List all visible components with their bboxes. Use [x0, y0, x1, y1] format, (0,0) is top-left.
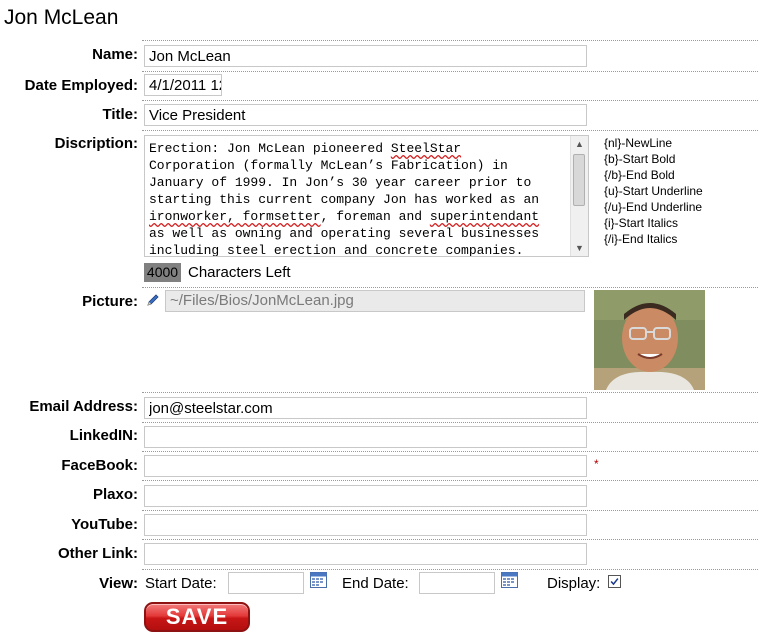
- separator: [142, 480, 758, 481]
- plaxo-input[interactable]: [144, 485, 587, 507]
- other-link-input[interactable]: [144, 543, 587, 565]
- help-line: {b}-Start Bold: [604, 152, 676, 166]
- calendar-icon[interactable]: [310, 572, 327, 588]
- save-button[interactable]: SAVE: [144, 602, 250, 632]
- pencil-icon[interactable]: [146, 293, 160, 307]
- description-textarea[interactable]: Erection: Jon McLean pioneered SteelStar…: [144, 135, 589, 257]
- help-line: {/b}-End Bold: [604, 168, 675, 182]
- characters-left-label: Characters Left: [188, 264, 291, 281]
- description-label: Discription:: [54, 135, 138, 152]
- profile-photo: [594, 290, 705, 390]
- name-input[interactable]: [144, 45, 587, 67]
- start-date-label: Start Date:: [145, 575, 217, 592]
- display-checkbox[interactable]: [608, 575, 621, 588]
- title-label: Title:: [102, 106, 138, 123]
- separator: [142, 451, 758, 452]
- facebook-label: FaceBook:: [61, 457, 138, 474]
- scroll-down-icon[interactable]: ▼: [571, 240, 588, 256]
- separator: [142, 100, 758, 101]
- help-line: {nl}-NewLine: [604, 136, 673, 150]
- plaxo-label: Plaxo:: [92, 486, 138, 503]
- linkedin-input[interactable]: [144, 426, 587, 448]
- date-employed-label: Date Employed:: [24, 77, 138, 94]
- date-employed-input[interactable]: [144, 74, 222, 96]
- description-scrollbar[interactable]: ▲ ▼: [570, 136, 588, 256]
- end-date-label: End Date:: [342, 575, 409, 592]
- help-line: {u}-Start Underline: [604, 184, 703, 198]
- separator: [142, 130, 758, 131]
- start-date-input[interactable]: [228, 572, 304, 594]
- help-line: {i}-Start Italics: [604, 216, 679, 230]
- email-input[interactable]: [144, 397, 587, 419]
- other-link-label: Other Link:: [57, 545, 138, 562]
- email-label: Email Address:: [29, 398, 138, 415]
- separator: [142, 422, 758, 423]
- separator: [142, 71, 758, 72]
- calendar-icon[interactable]: [501, 572, 518, 588]
- separator: [142, 287, 758, 288]
- name-label: Name:: [92, 46, 138, 63]
- scroll-thumb[interactable]: [573, 154, 585, 206]
- picture-label: Picture:: [82, 293, 138, 310]
- scroll-up-icon[interactable]: ▲: [571, 136, 588, 152]
- separator: [142, 392, 758, 393]
- facebook-input[interactable]: [144, 455, 587, 477]
- separator: [142, 569, 758, 570]
- linkedin-label: LinkedIN:: [69, 427, 138, 444]
- characters-left-count: 4000: [144, 263, 181, 282]
- title-input[interactable]: [144, 104, 587, 126]
- youtube-input[interactable]: [144, 514, 587, 536]
- separator: [142, 510, 758, 511]
- youtube-label: YouTube:: [71, 516, 138, 533]
- view-label: View:: [99, 575, 138, 592]
- help-line: {/i}-End Italics: [604, 232, 678, 246]
- display-label: Display:: [547, 575, 601, 592]
- description-text: Erection: Jon McLean pioneered SteelStar…: [149, 141, 540, 257]
- picture-path-field[interactable]: ~/Files/Bios/JonMcLean.jpg: [165, 290, 585, 312]
- end-date-input[interactable]: [419, 572, 495, 594]
- separator: [142, 40, 758, 41]
- help-line: {/u}-End Underline: [604, 200, 703, 214]
- formatting-help: {nl}-NewLine {b}-Start Bold {/b}-End Bol…: [604, 135, 703, 247]
- separator: [142, 539, 758, 540]
- required-marker: *: [594, 457, 599, 471]
- page-title: Jon McLean: [4, 6, 119, 29]
